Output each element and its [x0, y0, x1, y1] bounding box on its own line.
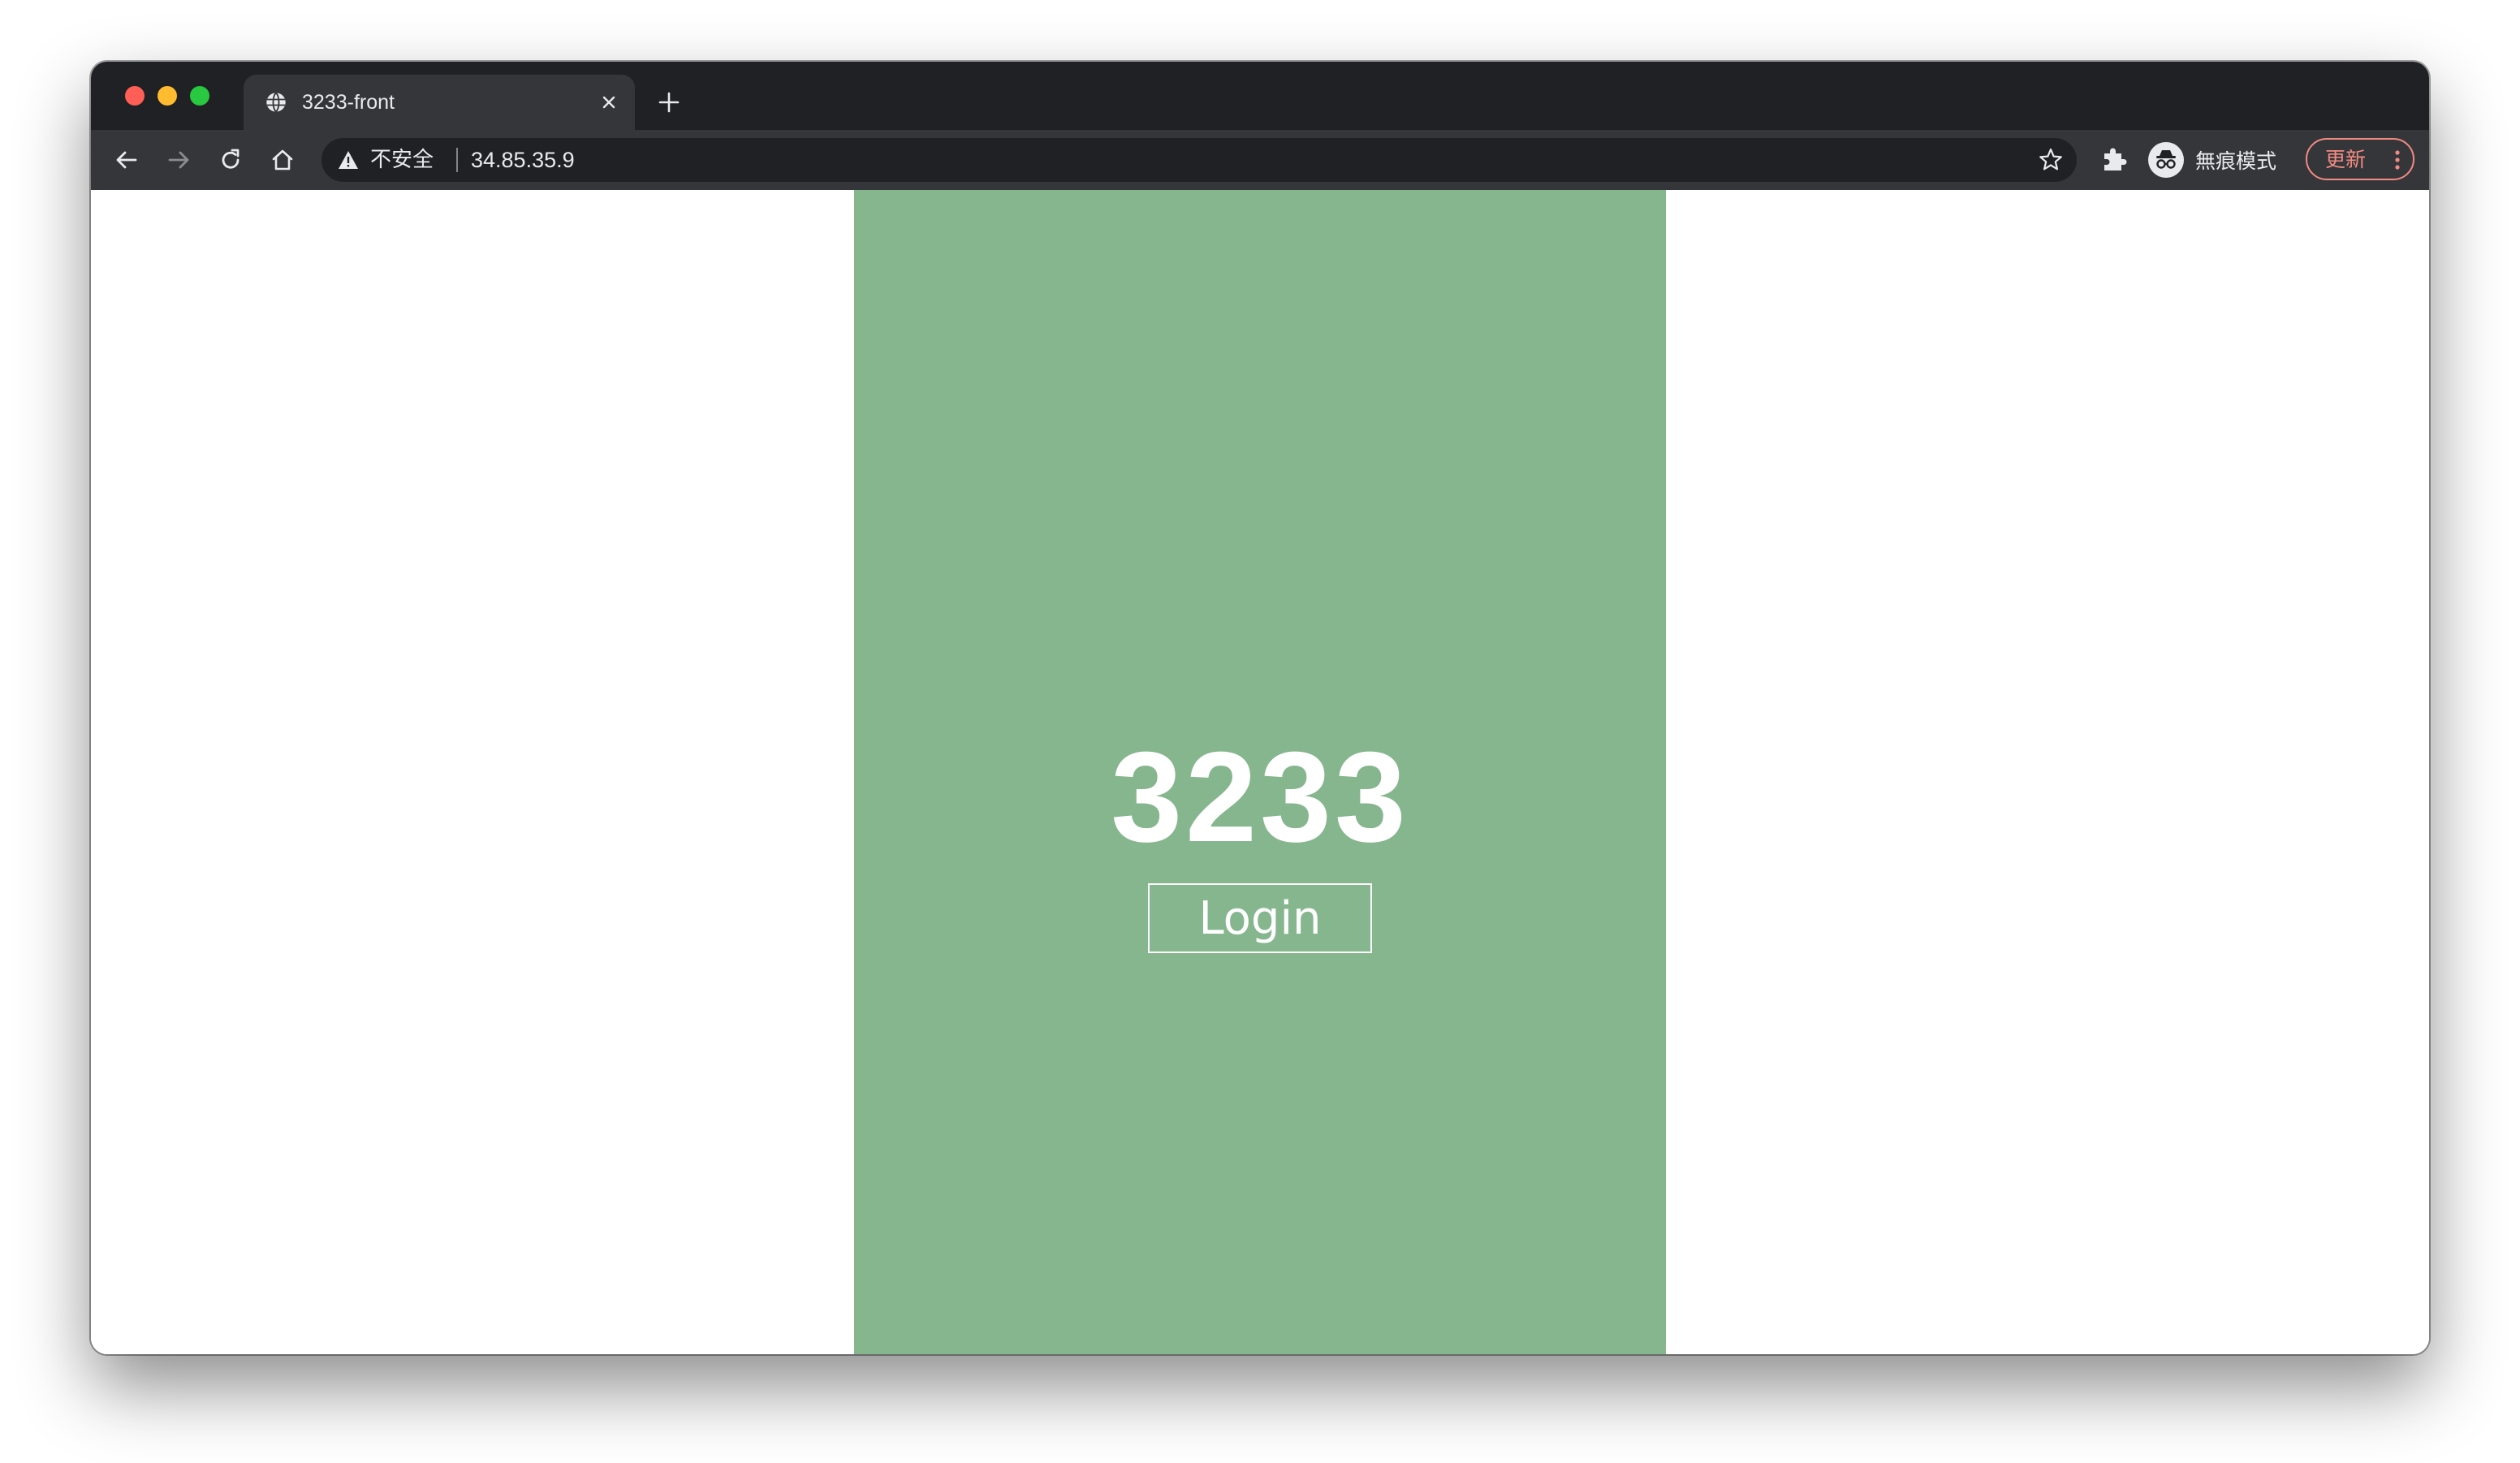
- home-icon: [272, 149, 293, 170]
- incognito-label: 無痕模式: [2195, 149, 2277, 173]
- incognito-indicator[interactable]: 無痕模式: [2148, 141, 2276, 179]
- security-status-label[interactable]: 不安全: [370, 149, 434, 171]
- close-icon: [602, 96, 615, 109]
- incognito-icon: [2148, 142, 2184, 178]
- address-separator: [456, 148, 458, 172]
- forward-button[interactable]: [159, 140, 198, 179]
- tab-active[interactable]: 3233-front: [244, 75, 635, 130]
- arrow-left-icon: [116, 151, 137, 169]
- browser-toolbar: 不安全 34.85.35.9 無痕模式 更新: [91, 130, 2429, 190]
- kebab-menu-icon: [2395, 150, 2400, 170]
- puzzle-icon[interactable]: [2099, 145, 2129, 175]
- home-button[interactable]: [263, 140, 302, 179]
- warning-icon[interactable]: [338, 150, 359, 170]
- update-label: 更新: [2325, 148, 2367, 171]
- tab-title: 3233-front: [302, 91, 395, 114]
- brand-title: 3233: [1111, 726, 1409, 869]
- back-button[interactable]: [107, 140, 146, 179]
- login-button[interactable]: Login: [1148, 883, 1372, 953]
- page-viewport: 3233 Login: [91, 190, 2429, 1354]
- reload-icon: [222, 149, 239, 169]
- maximize-window-button[interactable]: [190, 86, 209, 106]
- address-bar[interactable]: 不安全 34.85.35.9: [321, 138, 2077, 182]
- globe-icon: [266, 92, 286, 113]
- plus-icon: [658, 92, 680, 113]
- tab-close-button[interactable]: [596, 89, 622, 115]
- brand-panel: 3233 Login: [854, 190, 1666, 1354]
- tab-strip: 3233-front: [91, 62, 2429, 130]
- arrow-right-icon: [168, 151, 189, 169]
- minimize-window-button[interactable]: [158, 86, 177, 106]
- close-window-button[interactable]: [125, 86, 145, 106]
- browser-window: 3233-front 不安全 34.85.35.9 無痕模式 更新 3233 L…: [91, 62, 2429, 1354]
- new-tab-button[interactable]: [653, 86, 685, 119]
- star-icon[interactable]: [2038, 147, 2064, 173]
- url-text[interactable]: 34.85.35.9: [471, 149, 575, 171]
- reload-button[interactable]: [211, 140, 250, 179]
- update-button[interactable]: 更新: [2306, 138, 2414, 180]
